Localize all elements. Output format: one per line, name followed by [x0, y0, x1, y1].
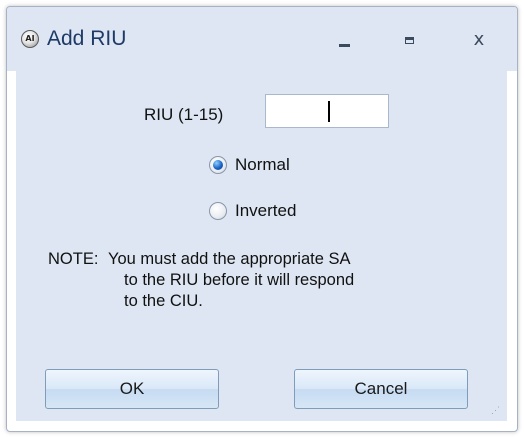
note-line-2: to the RIU before it will respond [124, 271, 355, 289]
radio-inverted[interactable]: Inverted [209, 201, 296, 221]
maximize-icon [405, 37, 414, 44]
note-line-1: You must add the appropriate SA [108, 250, 351, 268]
add-riu-dialog: AI Add RIU x RIU (1-15) Normal Inverted … [6, 6, 518, 432]
title-bar[interactable]: AI Add RIU x [7, 7, 517, 71]
close-button[interactable]: x [459, 27, 499, 53]
radio-normal-button[interactable] [209, 156, 227, 174]
text-caret [328, 101, 330, 122]
note-line-3: to the CIU. [124, 292, 203, 310]
maximize-button[interactable] [391, 27, 431, 53]
close-icon: x [473, 29, 485, 50]
riu-number-input[interactable] [265, 94, 389, 128]
window-title: Add RIU [47, 27, 127, 50]
cancel-button[interactable]: Cancel [294, 369, 468, 409]
riu-number-label: RIU (1-15) [144, 105, 224, 124]
ok-button[interactable]: OK [45, 369, 219, 409]
minimize-button[interactable] [325, 27, 365, 53]
app-logo-icon: AI [21, 30, 39, 48]
resize-grip-icon[interactable]: ⋰ [491, 405, 501, 415]
minimize-icon [339, 44, 350, 47]
radio-inverted-button[interactable] [209, 202, 227, 220]
radio-inverted-label[interactable]: Inverted [235, 201, 296, 221]
radio-normal[interactable]: Normal [209, 155, 290, 175]
radio-normal-label[interactable]: Normal [235, 155, 290, 175]
note-prefix: NOTE: [48, 250, 99, 268]
dialog-body: RIU (1-15) Normal Inverted NOTE: You mus… [16, 71, 507, 421]
